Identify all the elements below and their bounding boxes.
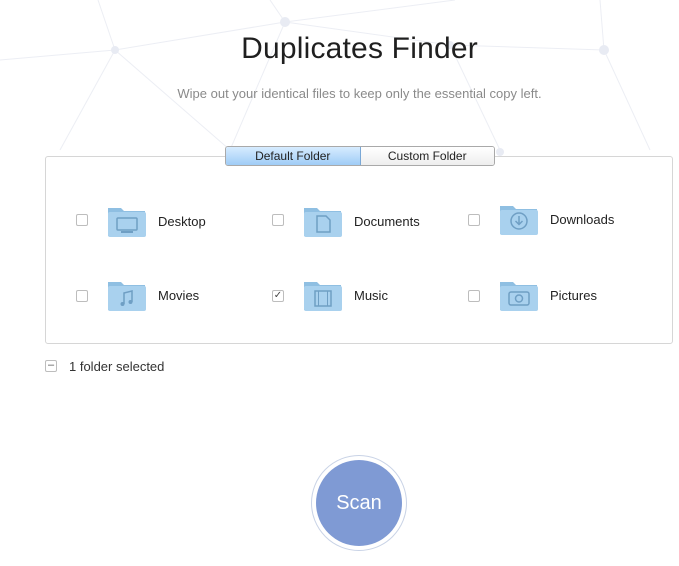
movies-checkbox[interactable] <box>76 290 88 302</box>
folder-item-music[interactable]: ✓ Music <box>272 276 452 316</box>
desktop-checkbox[interactable] <box>76 214 88 226</box>
downloads-checkbox[interactable] <box>468 214 480 226</box>
background-network-pattern <box>0 0 651 156</box>
documents-checkbox[interactable] <box>272 214 284 226</box>
folder-label-downloads: Downloads <box>550 212 615 227</box>
page-subtitle: Wipe out your identical files to keep on… <box>177 86 542 101</box>
pictures-folder-icon <box>500 282 538 311</box>
selection-count: 1 folder selected <box>69 358 165 374</box>
folder-label-pictures: Pictures <box>550 288 597 303</box>
tab-custom-folder[interactable]: Custom Folder <box>360 147 494 165</box>
pictures-checkbox[interactable] <box>468 290 480 302</box>
downloads-folder-icon <box>500 206 538 235</box>
desktop-folder-icon <box>108 208 146 237</box>
folder-item-documents[interactable]: Documents <box>272 202 452 242</box>
folder-item-desktop[interactable]: Desktop <box>76 202 256 242</box>
scan-button[interactable]: Scan <box>316 460 402 546</box>
folder-mode-segmented-control: Default Folder Custom Folder <box>225 146 495 166</box>
folder-label-music: Music <box>354 288 388 303</box>
music-folder-icon <box>304 282 342 311</box>
folder-item-movies[interactable]: Movies <box>76 276 256 316</box>
tab-default-folder[interactable]: Default Folder <box>226 147 361 165</box>
folder-label-movies: Movies <box>158 288 200 303</box>
selection-status: – 1 folder selected <box>45 358 164 374</box>
folder-item-downloads[interactable]: Downloads <box>468 200 648 240</box>
folder-label-documents: Documents <box>354 214 420 229</box>
select-all-toggle[interactable]: – <box>45 360 57 372</box>
folder-item-pictures[interactable]: Pictures <box>468 276 648 316</box>
music-checkbox[interactable]: ✓ <box>272 290 284 302</box>
page-title: Duplicates Finder <box>241 32 478 65</box>
movies-folder-icon <box>108 282 146 311</box>
folder-label-desktop: Desktop <box>158 214 206 229</box>
documents-folder-icon <box>304 208 342 237</box>
